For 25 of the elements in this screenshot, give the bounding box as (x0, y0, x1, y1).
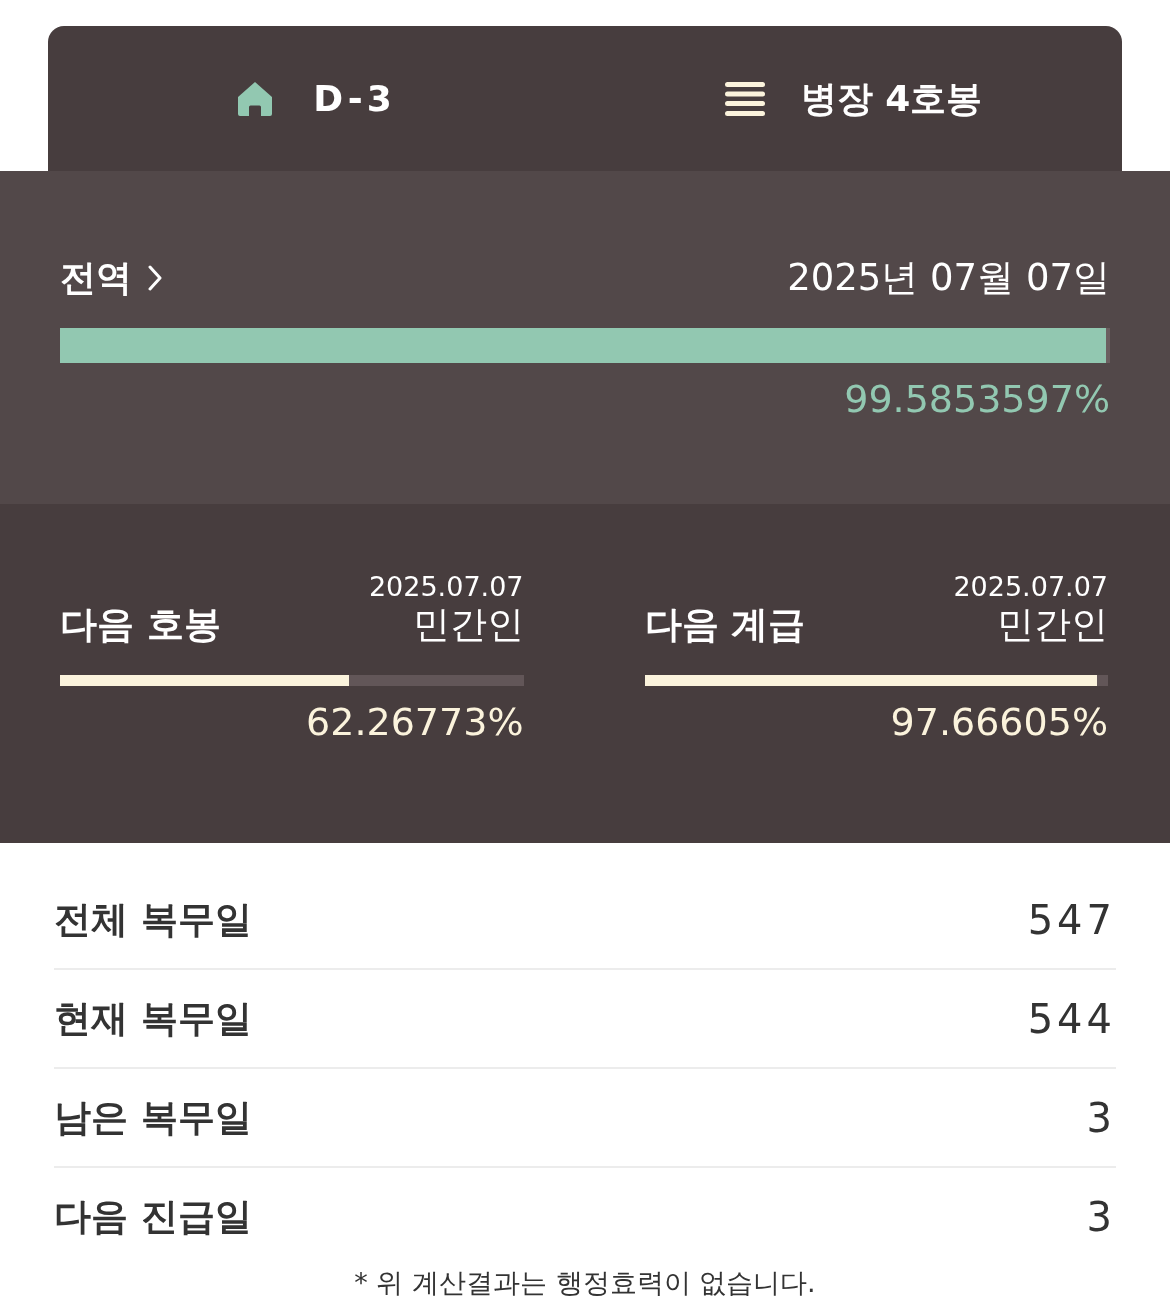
stat-label: 다음 진급일 (54, 1193, 252, 1240)
progress-percent: 62.26773% (305, 699, 524, 745)
stat-value: 3 (1086, 1192, 1116, 1241)
stat-value: 3 (1086, 1093, 1116, 1142)
rank-tab[interactable]: 병장 4호봉 (724, 76, 983, 121)
progress-title: 다음 계급 (644, 603, 806, 647)
progress-status: 민간인 (412, 603, 524, 647)
disclaimer-note: * 위 계산결과는 행정효력이 없습니다. (353, 1267, 817, 1299)
stat-label: 전체 복무일 (54, 896, 252, 943)
progress-date: 2025.07.07 (368, 571, 524, 603)
stat-label: 현재 복무일 (54, 995, 252, 1042)
discharge-date: 2025년 07월 07일 (787, 256, 1110, 300)
progress-percent: 97.66605% (889, 699, 1108, 745)
chevron-right-icon (148, 265, 162, 291)
stat-value: 547 (1027, 895, 1116, 944)
stat-label: 남은 복무일 (54, 1094, 252, 1141)
progress-title: 다음 호봉 (60, 603, 221, 647)
home-tab[interactable]: D-3 (237, 76, 396, 121)
menu-icon (724, 81, 765, 116)
discharge-link[interactable]: 전역 (60, 256, 162, 300)
progress-date: 2025.07.07 (953, 571, 1108, 603)
progress-status: 민간인 (997, 603, 1108, 647)
home-icon (237, 80, 274, 117)
stat-value: 544 (1027, 994, 1116, 1043)
progress-percent: 99.5853597% (843, 376, 1110, 422)
